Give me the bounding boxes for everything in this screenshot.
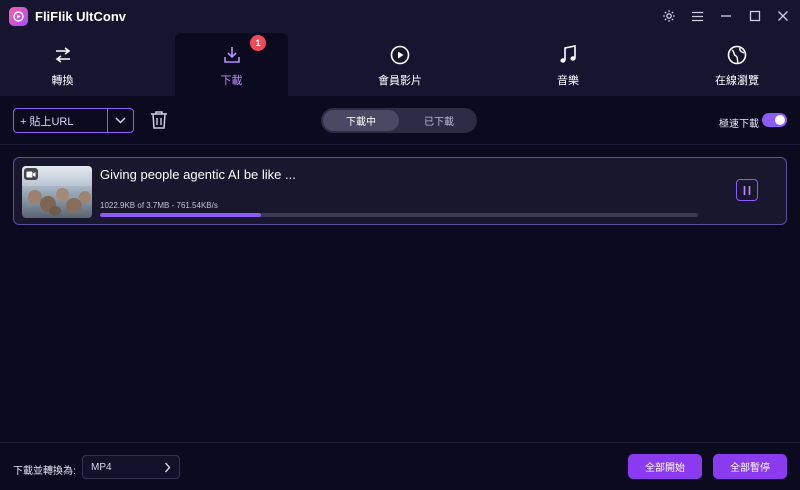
tab-member-videos[interactable]: 會員影片 xyxy=(340,33,460,96)
download-progress-fill xyxy=(100,213,262,217)
chevron-down-icon[interactable] xyxy=(108,109,133,132)
start-all-button[interactable]: 全部開始 xyxy=(628,454,702,479)
tab-online-browse-label: 在線瀏覽 xyxy=(715,75,759,87)
globe-icon xyxy=(727,44,747,66)
play-circle-icon xyxy=(390,44,410,66)
download-item: Giving people agentic AI be like ... 102… xyxy=(13,157,787,225)
close-icon[interactable] xyxy=(773,6,793,26)
music-note-icon xyxy=(559,44,577,66)
paste-url-label[interactable]: + 貼上URL xyxy=(14,109,108,132)
video-camera-icon xyxy=(24,168,38,180)
tab-convert[interactable]: 轉換 xyxy=(0,33,125,96)
tab-download[interactable]: 下載 1 xyxy=(175,33,288,96)
tab-member-videos-label: 會員影片 xyxy=(378,75,422,87)
pause-all-button[interactable]: 全部暫停 xyxy=(713,454,787,479)
download-status-segment: 下載中 已下載 xyxy=(321,108,477,133)
maximize-icon[interactable] xyxy=(745,6,765,26)
minimize-icon[interactable] xyxy=(716,6,736,26)
main-nav: 轉換 下載 1 會員影片 音樂 在線瀏覽 xyxy=(0,33,800,96)
turbo-download-label: 極速下載 xyxy=(719,119,759,130)
app-logo-icon xyxy=(9,7,28,26)
format-value: MP4 xyxy=(91,461,112,473)
gear-icon[interactable] xyxy=(659,6,679,26)
swap-arrows-icon xyxy=(54,44,72,66)
chevron-right-icon xyxy=(164,462,171,476)
download-count-badge: 1 xyxy=(250,35,266,51)
tab-convert-label: 轉換 xyxy=(51,75,74,87)
app-title: FliFlik UltConv xyxy=(35,9,126,24)
tab-music[interactable]: 音樂 xyxy=(510,33,626,96)
tab-download-label: 下載 xyxy=(220,75,243,87)
tab-music-label: 音樂 xyxy=(557,75,579,87)
download-icon xyxy=(223,44,241,66)
paste-url-button[interactable]: + 貼上URL xyxy=(13,108,134,133)
pause-icon xyxy=(743,185,751,195)
menu-icon[interactable] xyxy=(687,6,707,26)
download-title: Giving people agentic AI be like ... xyxy=(100,167,296,182)
footer-divider xyxy=(0,442,800,443)
segment-downloading[interactable]: 下載中 xyxy=(323,110,399,131)
turbo-download-toggle[interactable] xyxy=(762,113,787,127)
tab-online-browse[interactable]: 在線瀏覽 xyxy=(677,33,797,96)
segment-downloaded[interactable]: 已下載 xyxy=(401,110,477,131)
pause-button[interactable] xyxy=(736,179,758,201)
trash-icon[interactable] xyxy=(150,110,168,130)
toolbar-divider xyxy=(0,144,800,145)
convert-to-label: 下載並轉換為: xyxy=(13,466,76,477)
download-progress-bar xyxy=(100,213,698,217)
download-stats: 1022.9KB of 3.7MB - 761.54KB/s xyxy=(100,201,218,210)
video-thumbnail xyxy=(22,166,92,218)
format-select[interactable]: MP4 xyxy=(82,455,180,479)
title-bar: FliFlik UltConv xyxy=(0,0,800,33)
